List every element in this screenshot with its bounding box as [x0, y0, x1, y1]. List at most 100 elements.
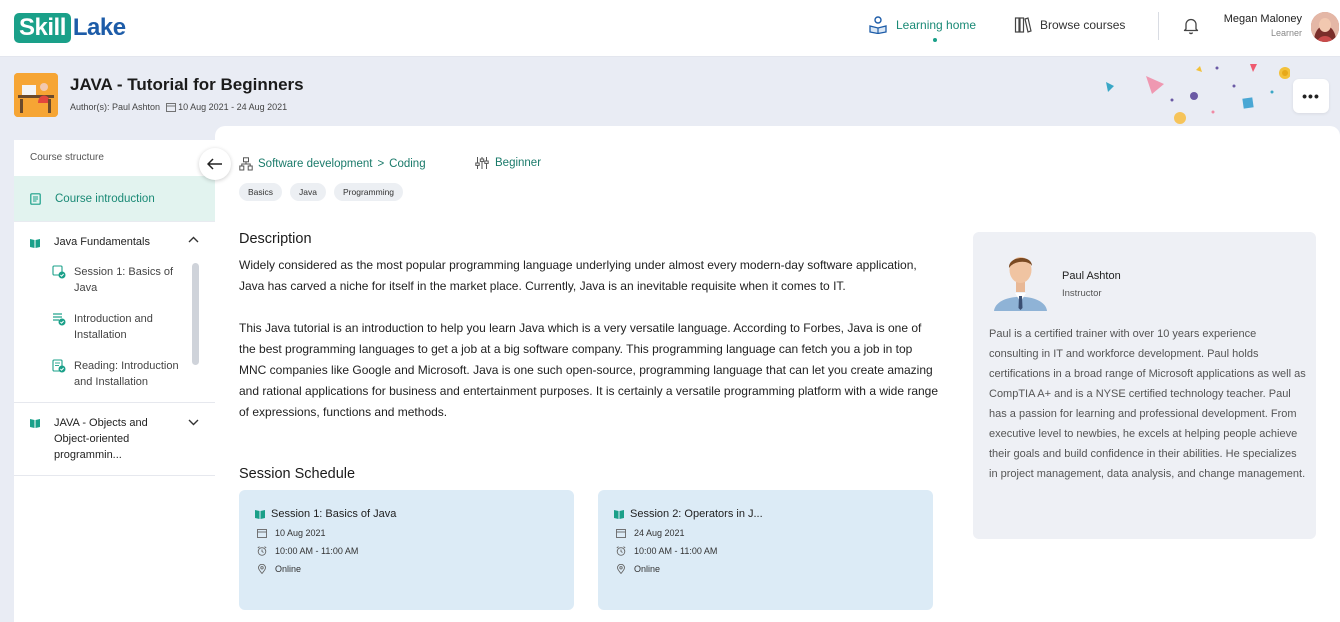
sidebar-divider: [14, 475, 215, 476]
breadcrumb-separator: >: [377, 158, 385, 170]
top-navbar: Skill Lake Learning home Browse courses …: [0, 0, 1340, 57]
session-card-title: Session 1: Basics of Java: [255, 508, 558, 520]
logo-lake: Lake: [72, 14, 126, 41]
breadcrumb-subcategory[interactable]: Coding: [389, 158, 425, 170]
skilllake-logo[interactable]: Skill Lake: [14, 13, 126, 43]
course-tags: Basics Java Programming: [239, 183, 404, 201]
hierarchy-icon: [239, 157, 253, 171]
books-icon: [1014, 17, 1032, 33]
instructor-bio: Paul is a certified trainer with over 10…: [989, 328, 1306, 480]
confetti-decoration: [1106, 64, 1290, 124]
sidebar-session-item[interactable]: Reading: Introduction and Installation: [14, 358, 215, 402]
session-card[interactable]: Session 1: Basics of Java 10 Aug 2021 10…: [239, 490, 574, 610]
completed-session-icon: [53, 313, 66, 326]
book-icon: [255, 510, 265, 519]
course-title: JAVA - Tutorial for Beginners: [70, 75, 304, 94]
session-label: Introduction and Installation: [74, 313, 153, 341]
calendar-icon: [166, 103, 177, 112]
location-pin-icon: [258, 564, 266, 574]
alarm-clock-icon: [616, 546, 626, 556]
instructor-photo: [988, 246, 1053, 311]
sidebar-item-label: Course introduction: [55, 192, 155, 205]
completed-session-icon: [52, 265, 66, 279]
course-authors: Author(s): Paul Ashton: [70, 102, 161, 112]
description-text: Widely considered as the most popular pr…: [239, 255, 939, 423]
sidebar-session-item[interactable]: Session 1: Basics of Java: [14, 264, 215, 311]
session-card-title: Session 2: Operators in J...: [614, 508, 917, 520]
location-pin-icon: [617, 564, 625, 574]
tag-chip[interactable]: Java: [290, 183, 327, 201]
calendar-icon: [257, 529, 267, 538]
session-date: 24 Aug 2021: [634, 528, 685, 538]
difficulty-level: Beginner: [475, 156, 541, 170]
level-label: Beginner: [495, 157, 542, 169]
user-role: Learner: [1270, 28, 1302, 38]
arrow-left-icon: [207, 158, 222, 170]
completed-reading-icon: [52, 359, 66, 373]
more-options-icon: •••: [1302, 88, 1320, 104]
sidebar-module-java-fundamentals[interactable]: Java Fundamentals: [14, 222, 215, 264]
session-location-row: Online: [614, 564, 917, 574]
module-title: Java Fundamentals: [54, 236, 150, 248]
sidebar-heading: Course structure: [30, 152, 104, 163]
session-date-row: 10 Aug 2021: [255, 528, 558, 538]
session-time: 10:00 AM - 11:00 AM: [634, 546, 718, 556]
logo-skill: Skill: [14, 13, 71, 43]
nav-learning-home[interactable]: Learning home: [868, 16, 976, 34]
module-title: JAVA - Objects and Object-oriented progr…: [54, 417, 148, 461]
calendar-icon: [616, 529, 626, 538]
collapse-sidebar-button[interactable]: [199, 148, 231, 180]
nav-divider: [1158, 12, 1159, 40]
sidebar-scrollbar[interactable]: [192, 263, 199, 365]
breadcrumb-category[interactable]: Software development: [258, 158, 372, 170]
book-icon: [30, 239, 40, 248]
session-date: 10 Aug 2021: [275, 528, 326, 538]
session-card[interactable]: Session 2: Operators in J... 24 Aug 2021…: [598, 490, 933, 610]
document-icon: [30, 192, 41, 205]
instructor-name: Paul Ashton: [1062, 270, 1121, 282]
session-schedule-heading: Session Schedule: [239, 466, 356, 482]
book-icon: [614, 510, 624, 519]
instructor-card: Paul Ashton Instructor Paul is a certifi…: [973, 232, 1316, 539]
description-heading: Description: [239, 231, 312, 247]
course-detail-panel: Software development > Coding Beginner B…: [215, 126, 1340, 622]
alarm-clock-icon: [257, 546, 267, 556]
session-time-row: 10:00 AM - 11:00 AM: [614, 546, 917, 556]
course-dates: 10 Aug 2021 - 24 Aug 2021: [178, 102, 288, 112]
session-date-row: 24 Aug 2021: [614, 528, 917, 538]
tag-chip[interactable]: Basics: [239, 183, 283, 201]
user-avatar[interactable]: [1311, 12, 1339, 42]
session-title: Session 1: Basics of Java: [271, 508, 397, 520]
session-label: Session 1: Basics of Java: [74, 266, 174, 294]
nav-browse-courses-label: Browse courses: [1040, 18, 1126, 32]
session-time: 10:00 AM - 11:00 AM: [275, 546, 359, 556]
session-label: Reading: Introduction and Installation: [74, 360, 179, 388]
session-location-row: Online: [255, 564, 558, 574]
instructor-role: Instructor: [1062, 288, 1102, 299]
user-info[interactable]: Megan Maloney Learner: [1224, 13, 1302, 38]
course-meta: Author(s): Paul Ashton 10 Aug 2021 - 24 …: [70, 102, 287, 112]
sidebar-session-item[interactable]: Introduction and Installation: [14, 311, 215, 358]
course-structure-sidebar: Course structure Course introduction Jav…: [14, 140, 215, 622]
sidebar-item-course-introduction[interactable]: Course introduction: [14, 176, 215, 222]
user-name: Megan Maloney: [1223, 13, 1302, 25]
book-icon: [30, 419, 40, 428]
chevron-down-icon[interactable]: [188, 419, 199, 426]
chevron-up-icon[interactable]: [188, 236, 199, 243]
sidebar-module-java-objects[interactable]: JAVA - Objects and Object-oriented progr…: [14, 403, 215, 475]
sliders-icon: [475, 157, 489, 169]
session-mode: Online: [275, 564, 302, 574]
active-nav-indicator: [933, 38, 937, 42]
breadcrumb: Software development > Coding: [239, 157, 426, 171]
nav-learning-home-label: Learning home: [896, 18, 977, 32]
learning-home-icon: [869, 16, 887, 34]
session-mode: Online: [634, 564, 661, 574]
bell-icon[interactable]: [1183, 17, 1199, 35]
description-paragraph: Widely considered as the most popular pr…: [239, 258, 917, 293]
description-paragraph: This Java tutorial is an introduction to…: [239, 321, 939, 419]
tag-chip[interactable]: Programming: [334, 183, 404, 201]
session-title: Session 2: Operators in J...: [630, 508, 763, 520]
nav-browse-courses[interactable]: Browse courses: [1014, 16, 1125, 34]
more-options-button[interactable]: •••: [1293, 79, 1329, 113]
course-thumbnail: [14, 73, 58, 117]
